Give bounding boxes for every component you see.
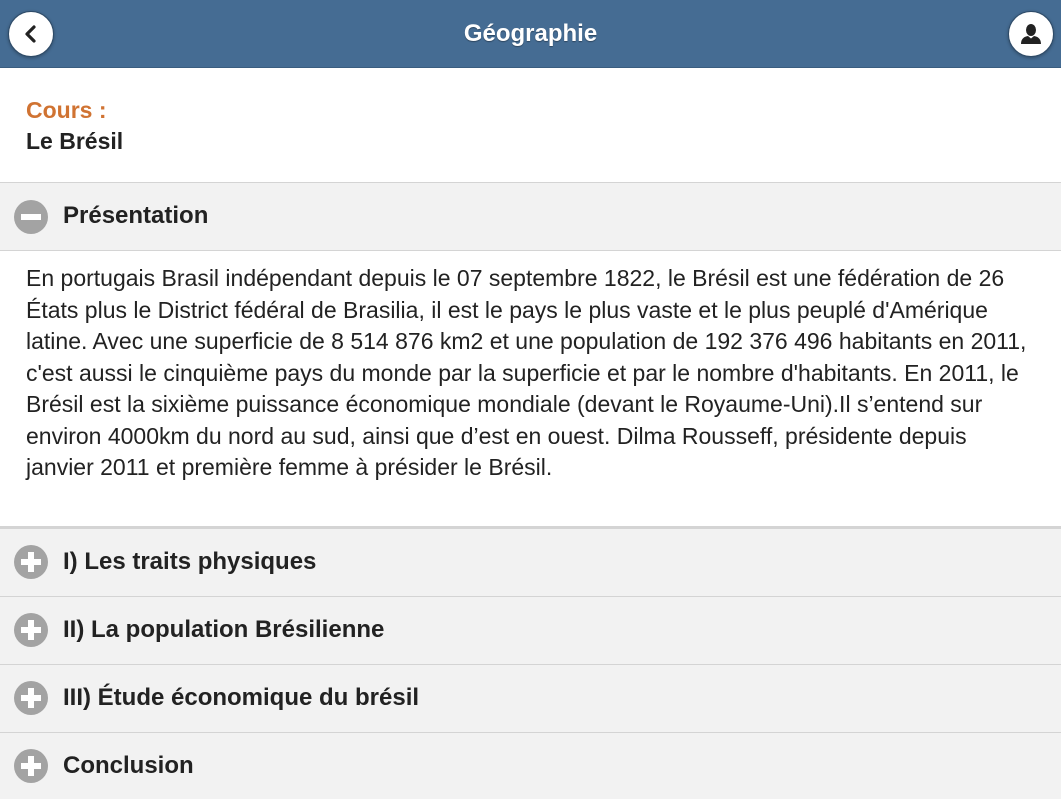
section-header-conclusion[interactable]: Conclusion <box>0 733 1061 799</box>
section-header-etude-economique[interactable]: III) Étude économique du brésil <box>0 665 1061 733</box>
section-header-population[interactable]: II) La population Brésilienne <box>0 597 1061 665</box>
plus-icon <box>14 749 48 783</box>
section-title: II) La population Brésilienne <box>63 616 385 643</box>
user-icon <box>1021 24 1041 44</box>
section-title: Conclusion <box>63 752 194 779</box>
course-name: Le Brésil <box>26 128 124 154</box>
section-content-presentation: En portugais Brasil indépendant depuis l… <box>0 251 1061 529</box>
section-title: I) Les traits physiques <box>63 548 317 575</box>
plus-icon <box>14 681 48 715</box>
app-header: Géographie <box>0 0 1061 68</box>
user-profile-button[interactable] <box>1008 11 1054 57</box>
plus-icon <box>14 613 48 647</box>
section-header-traits-physiques[interactable]: I) Les traits physiques <box>0 529 1061 597</box>
section-header-presentation[interactable]: Présentation <box>0 183 1061 251</box>
section-title: Présentation <box>63 202 209 229</box>
minus-icon <box>14 200 48 234</box>
course-info: Cours : Le Brésil <box>0 68 1061 183</box>
plus-icon <box>14 545 48 579</box>
page-title: Géographie <box>463 20 598 47</box>
section-title: III) Étude économique du brésil <box>63 684 420 711</box>
course-label: Cours : <box>26 97 107 123</box>
